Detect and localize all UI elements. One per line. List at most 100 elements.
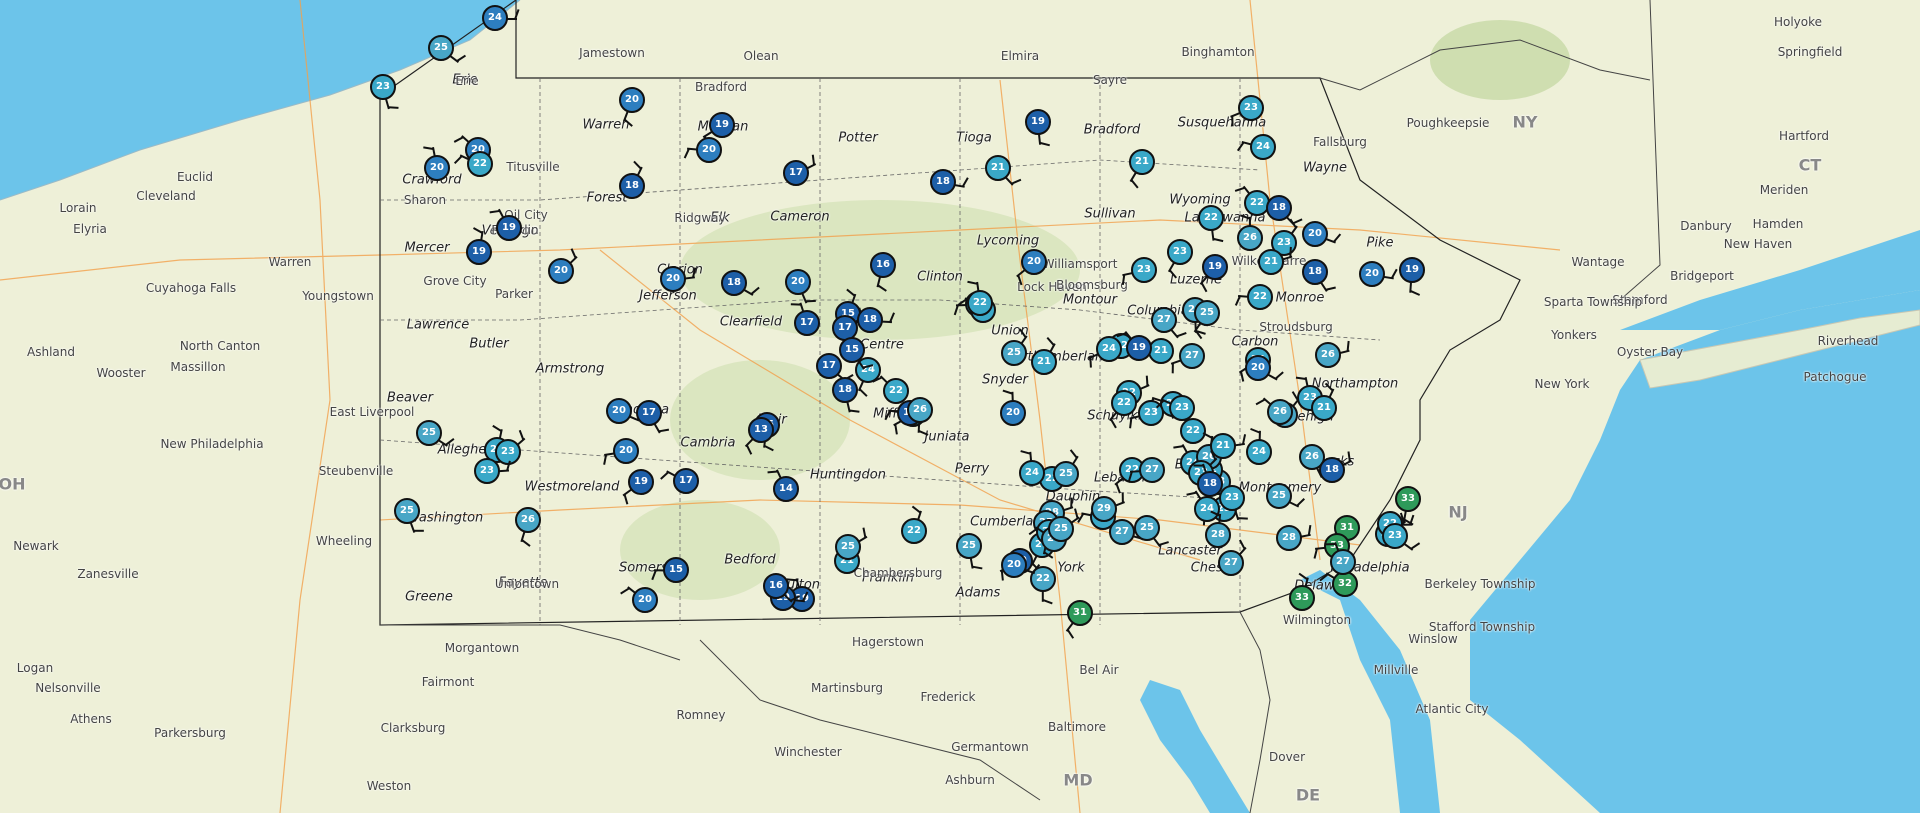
city-label: Winchester	[774, 745, 842, 759]
wind-speed-value: 18	[1266, 195, 1292, 221]
county-label: Adams	[955, 585, 1001, 601]
city-label: Hartford	[1779, 129, 1829, 143]
wind-speed-value: 18	[1197, 471, 1223, 497]
wind-speed-value: 20	[606, 398, 632, 424]
wind-speed-value: 23	[1238, 95, 1264, 121]
city-label: Wooster	[96, 366, 146, 380]
wind-speed-value: 23	[1219, 485, 1245, 511]
city-label: Morgantown	[444, 641, 520, 655]
wind-speed-value: 25	[1134, 515, 1160, 541]
wind-speed-value: 33	[1289, 585, 1315, 611]
wind-speed-value: 24	[1194, 496, 1220, 522]
wind-speed-value: 17	[794, 310, 820, 336]
wind-speed-value: 27	[1179, 343, 1205, 369]
wind-speed-value: 13	[748, 417, 774, 443]
wind-speed-value: 27	[1330, 549, 1356, 575]
city-label: Binghamton	[1181, 45, 1255, 59]
wind-speed-value: 32	[1332, 571, 1358, 597]
city-label: Lorain	[59, 201, 97, 215]
wind-speed-value: 21	[1031, 349, 1057, 375]
county-label: Cambria	[680, 435, 736, 451]
city-label: Germantown	[951, 740, 1029, 754]
city-label: East Liverpool	[329, 405, 415, 419]
city-label: Steubenville	[318, 464, 394, 478]
wind-speed-value: 26	[1237, 225, 1263, 251]
city-label: Jamestown	[579, 46, 645, 60]
wind-speed-value: 22	[1111, 390, 1137, 416]
city-label: Winslow	[1408, 632, 1458, 646]
wind-speed-value: 27	[1151, 307, 1177, 333]
wind-speed-value: 22	[967, 290, 993, 316]
city-label: Hagerstown	[851, 635, 925, 649]
county-label: Wayne	[1302, 160, 1348, 176]
wind-speed-value: 19	[466, 239, 492, 265]
city-label: Oyster Bay	[1616, 345, 1684, 359]
city-label: Clarksburg	[380, 721, 446, 735]
state-label: NY	[1512, 112, 1538, 132]
county-label: York	[1057, 560, 1085, 576]
county-label: Bedford	[724, 552, 776, 568]
wind-speed-value: 25	[1194, 300, 1220, 326]
county-label: Montour	[1062, 292, 1118, 308]
city-label: Parker	[495, 287, 533, 301]
county-label: Armstrong	[535, 361, 605, 377]
wind-speed-value: 18	[1319, 457, 1345, 483]
wind-speed-value: 20	[632, 587, 658, 613]
city-label: Martinsburg	[810, 681, 884, 695]
wind-speed-value: 26	[1315, 342, 1341, 368]
map-canvas[interactable]: NY CT NJ MD DE OH Warren Potter Tioga Bradford Sus…	[0, 0, 1920, 813]
wind-speed-value: 25	[835, 534, 861, 560]
city-label: Athens	[70, 712, 112, 726]
city-label: North Canton	[179, 339, 261, 353]
wind-speed-value: 19	[1202, 254, 1228, 280]
city-label: Wantage	[1571, 255, 1625, 269]
city-label: Erie	[455, 74, 479, 88]
county-label: Westmoreland	[524, 479, 620, 495]
city-label: Bradford	[694, 80, 748, 94]
wind-speed-value: 23	[370, 74, 396, 100]
wind-speed-value: 25	[1266, 483, 1292, 509]
city-label: Parkersburg	[154, 726, 226, 740]
wind-speed-value: 16	[763, 573, 789, 599]
city-label: Stafford Township	[1428, 620, 1536, 634]
county-label: Monroe	[1275, 290, 1325, 306]
wind-speed-value: 20	[1302, 221, 1328, 247]
city-label: Warren	[268, 255, 312, 269]
county-label: Pike	[1366, 235, 1394, 251]
wind-speed-value: 22	[1247, 284, 1273, 310]
city-label: Patchogue	[1803, 370, 1867, 384]
wind-speed-value: 25	[416, 420, 442, 446]
wind-speed-value: 17	[636, 400, 662, 426]
wind-speed-value: 22	[901, 518, 927, 544]
wind-speed-value: 26	[1267, 399, 1293, 425]
city-label: Berkeley Township	[1424, 577, 1536, 591]
wind-speed-value: 20	[619, 87, 645, 113]
wind-speed-value: 20	[660, 266, 686, 292]
wind-speed-value: 27	[1139, 457, 1165, 483]
wind-speed-value: 15	[839, 337, 865, 363]
city-label: Danbury	[1680, 219, 1732, 233]
city-label: Riverhead	[1817, 334, 1879, 348]
county-label: Greene	[405, 589, 453, 605]
county-label: Snyder	[982, 372, 1028, 388]
city-label: Youngstown	[302, 289, 374, 303]
wind-speed-value: 23	[1167, 239, 1193, 265]
wind-speed-value: 29	[1091, 496, 1117, 522]
wind-speed-value: 20	[1000, 400, 1026, 426]
city-label: Bloomsburg	[1056, 278, 1128, 292]
county-label: Lycoming	[976, 233, 1040, 249]
wind-speed-value: 17	[816, 353, 842, 379]
city-label: New York	[1534, 377, 1590, 391]
wind-speed-value: 28	[1205, 522, 1231, 548]
city-label: Frederick	[920, 690, 976, 704]
wind-speed-value: 19	[1399, 257, 1425, 283]
wind-speed-value: 28	[1276, 525, 1302, 551]
city-label: Nelsonville	[35, 681, 101, 695]
county-label: Mercer	[404, 240, 450, 256]
city-label: Sparta Township	[1543, 295, 1643, 309]
wind-barb-flag	[1325, 543, 1336, 546]
wind-speed-value: 19	[628, 469, 654, 495]
wind-speed-value: 24	[1019, 460, 1045, 486]
wind-barb-flag	[1289, 246, 1292, 257]
county-label: Clearfield	[719, 314, 783, 330]
